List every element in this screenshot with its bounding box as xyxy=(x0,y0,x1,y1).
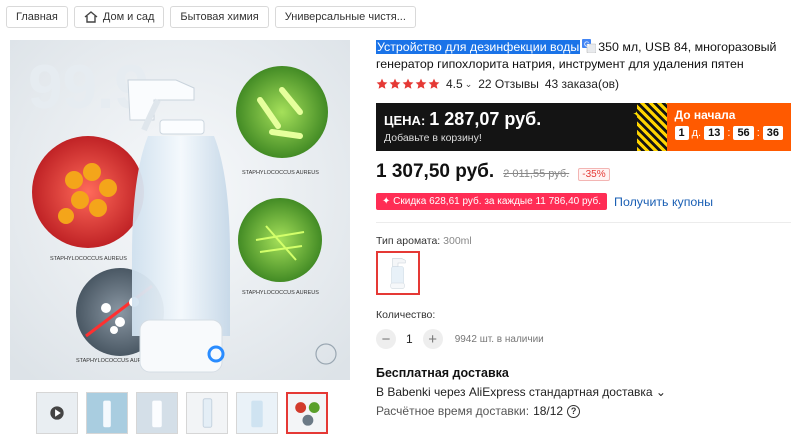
coupon-badge[interactable]: ✦ Скидка 628,61 руб. за каждые 11 786,40… xyxy=(376,193,608,210)
star-icon xyxy=(376,78,388,89)
thumbnail-6-selected[interactable] xyxy=(286,392,328,434)
chevron-down-icon[interactable]: ⌄ xyxy=(465,79,473,90)
aroma-option-300ml[interactable] xyxy=(376,251,420,295)
aroma-label: Тип аромата: 300ml xyxy=(376,235,472,247)
aroma-selected-value: 300ml xyxy=(443,235,472,247)
countdown-minutes: 56 xyxy=(733,126,754,140)
home-icon xyxy=(84,11,98,23)
breadcrumb-label: Универсальные чистя... xyxy=(284,11,406,23)
decrement-button[interactable]: − xyxy=(376,329,396,349)
product-photo: 99.9 STAPHYLOCOCCUS AUREUS STAPHYLOCOCCU… xyxy=(10,40,350,380)
thumbnail-2[interactable] xyxy=(86,392,128,434)
promo-price: 1 287,07 руб. xyxy=(429,109,542,129)
old-price: 2 011,55 руб. xyxy=(503,168,570,180)
breadcrumb-household-chem[interactable]: Бытовая химия xyxy=(170,6,269,28)
thumbnail-5[interactable] xyxy=(236,392,278,434)
translate-icon[interactable]: G xyxy=(582,39,597,53)
help-icon[interactable]: ? xyxy=(567,404,581,418)
promo-price-block: ЦЕНА:1 287,07 руб. Добавьте в корзину! ✦ xyxy=(376,103,667,151)
thumbnail-4[interactable] xyxy=(186,392,228,434)
coupon-row: ✦ Скидка 628,61 руб. за каждые 11 786,40… xyxy=(376,193,713,210)
star-icon xyxy=(415,78,427,89)
quantity-stepper: − 1 + 9942 шт. в наличии xyxy=(376,329,544,349)
promo-label: ЦЕНА: xyxy=(384,113,426,128)
countdown-timer: 1 д. 13: 56: 36 xyxy=(674,126,783,140)
breadcrumb-cleaners[interactable]: Универсальные чистя... xyxy=(274,6,416,28)
image-caption: STAPHYLOCOCCUS AUREUS xyxy=(50,256,127,262)
star-icon xyxy=(389,78,401,89)
countdown-seconds: 36 xyxy=(762,126,783,140)
countdown-label: До начала xyxy=(674,108,736,122)
stock-count: 9942 шт. в наличии xyxy=(454,333,544,345)
current-price: 1 307,50 руб. xyxy=(376,161,495,182)
countdown-hours: 13 xyxy=(704,126,725,140)
rating-stars xyxy=(376,78,440,90)
thumbnail-strip xyxy=(36,392,328,434)
discount-badge: -35% xyxy=(578,168,610,181)
eta-value: 18/12 xyxy=(533,404,564,418)
countdown-days-unit: д. xyxy=(691,127,702,139)
breadcrumb-label: Дом и сад xyxy=(102,11,155,23)
reviews-link[interactable]: 22 Отзывы xyxy=(478,77,539,91)
get-coupons-link[interactable]: Получить купоны xyxy=(614,195,713,209)
star-icon xyxy=(402,78,414,89)
countdown-block: До начала 1 д. 13: 56: 36 xyxy=(666,103,791,151)
promo-stripe xyxy=(636,103,667,151)
breadcrumb-label: Бытовая химия xyxy=(180,11,259,23)
product-title: Устройство для дезинфекции воды G 350 мл, … xyxy=(376,39,791,73)
quantity-value[interactable]: 1 xyxy=(406,332,413,346)
promo-subtitle: Добавьте в корзину! xyxy=(384,132,482,144)
shipping-title: Бесплатная доставка xyxy=(376,366,509,380)
breadcrumb-label: Главная xyxy=(16,11,58,23)
product-title-selected: Устройство для дезинфекции воды xyxy=(376,40,581,54)
quantity-label: Количество: xyxy=(376,309,436,321)
star-icon xyxy=(428,78,440,89)
breadcrumb-home-garden[interactable]: Дом и сад xyxy=(73,6,165,28)
rating-row: 4.5 ⌄ 22 Отзывы 43 заказа(ов) xyxy=(376,77,619,91)
breadcrumb: Главная Дом и сад Бытовая химия Универса… xyxy=(6,6,416,30)
product-main-image[interactable]: 99.9 STAPHYLOCOCCUS AUREUS STAPHYLOCOCCU… xyxy=(10,40,350,380)
image-caption: STAPHYLOCOCCUS AUREUS xyxy=(242,170,319,176)
price-row: 1 307,50 руб. 2 011,55 руб. -35% xyxy=(376,161,610,183)
orders-count: 43 заказа(ов) xyxy=(544,77,620,91)
rating-value: 4.5 xyxy=(446,77,463,91)
svg-text:G: G xyxy=(584,42,589,49)
eta-label: Расчётное время доставки: xyxy=(376,404,530,418)
image-caption: STAPHYLOCOCCUS AUREUS xyxy=(242,290,319,296)
breadcrumb-home[interactable]: Главная xyxy=(6,6,68,28)
aroma-label-text: Тип аромата: xyxy=(376,235,441,247)
shipping-method-selector[interactable]: В Babenki через AliExpress стандартная д… xyxy=(376,385,666,399)
divider xyxy=(376,222,791,223)
increment-button[interactable]: + xyxy=(422,329,443,349)
thumbnail-video[interactable] xyxy=(36,392,78,434)
promo-banner[interactable]: ЦЕНА:1 287,07 руб. Добавьте в корзину! ✦… xyxy=(376,103,791,151)
countdown-days: 1 xyxy=(674,126,689,140)
delivery-eta: Расчётное время доставки: 18/12 ? xyxy=(376,404,581,418)
thumbnail-3[interactable] xyxy=(136,392,178,434)
